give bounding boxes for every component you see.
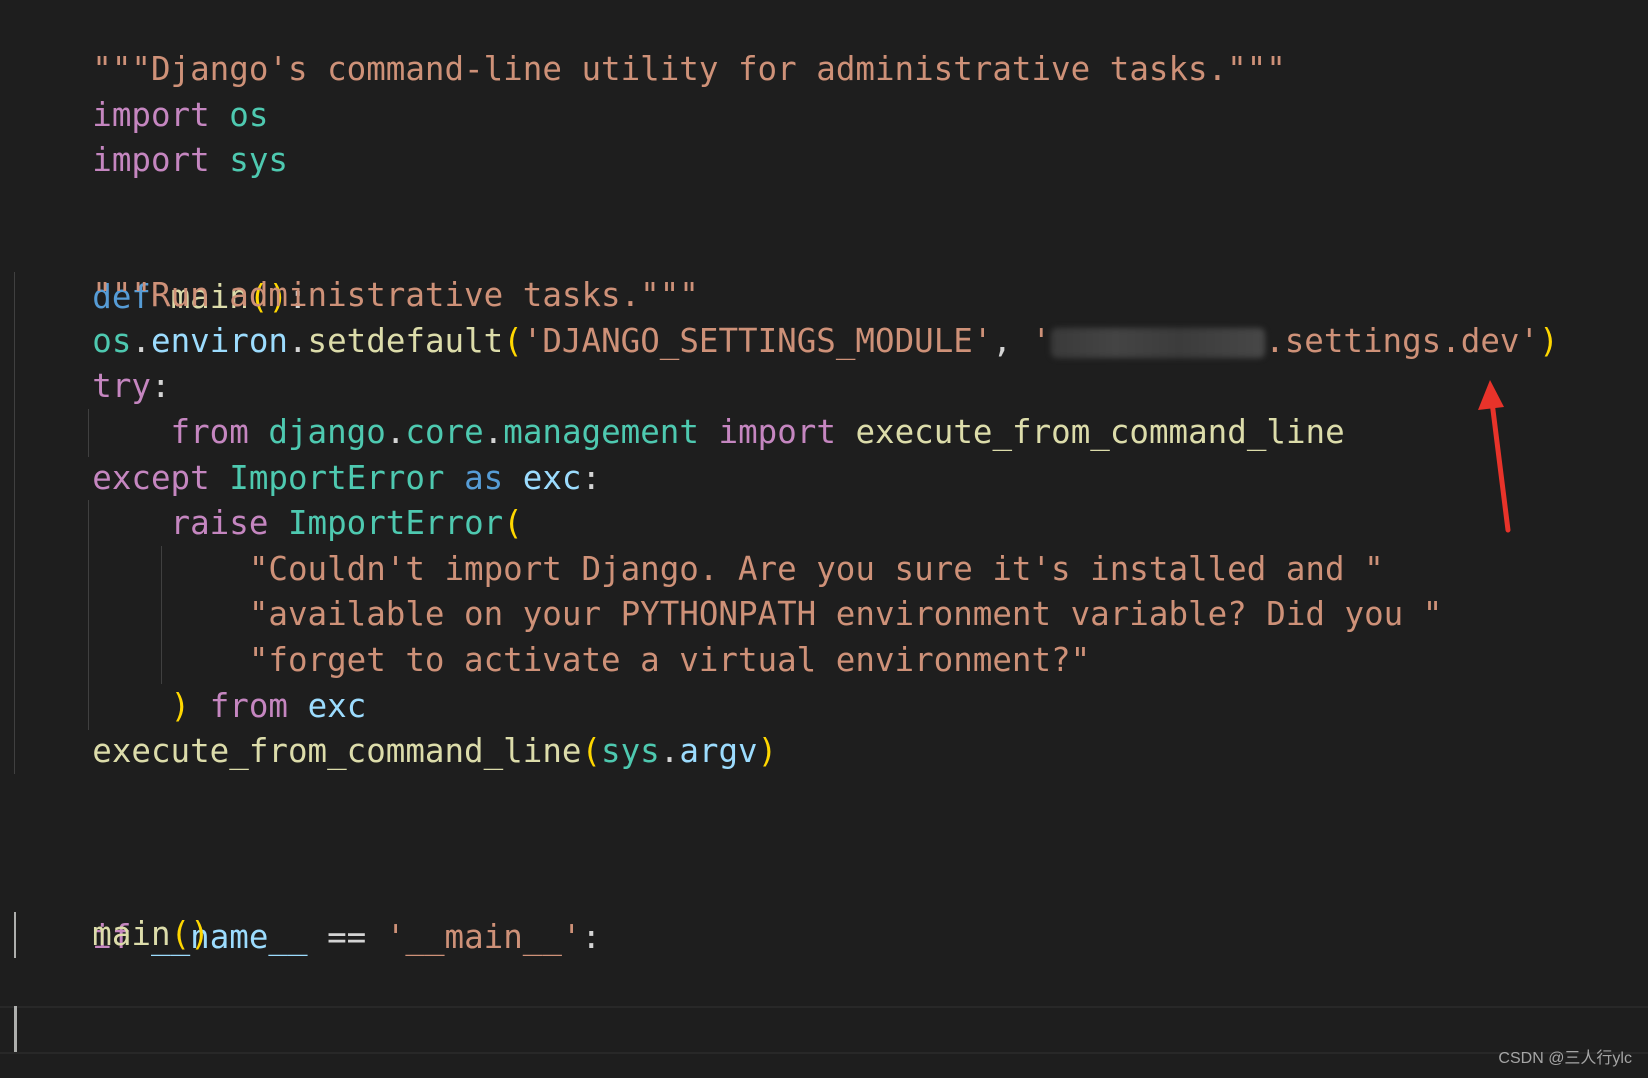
exception-class: ImportError xyxy=(287,504,504,542)
text-cursor xyxy=(14,1006,17,1052)
dot: . xyxy=(287,322,308,360)
code-line-3: import sys xyxy=(14,88,288,179)
attribute: argv xyxy=(679,732,758,770)
close-paren: ) xyxy=(190,915,210,953)
from-keyword: from xyxy=(209,687,288,725)
comma: , xyxy=(992,322,1032,360)
code-editor[interactable]: """Django's command-line utility for adm… xyxy=(0,0,1648,1078)
code-line-20: if __name__ == '__main__': xyxy=(14,865,601,956)
from-keyword: from xyxy=(170,413,249,451)
except-keyword: except xyxy=(92,459,210,497)
module-name: sys xyxy=(229,141,288,179)
attribute: environ xyxy=(151,322,288,360)
dot: . xyxy=(131,322,151,360)
open-paren: ( xyxy=(503,504,523,542)
code-line-14: "available on your PYTHONPATH environmen… xyxy=(14,590,1443,638)
import-keyword: import xyxy=(718,413,836,451)
close-paren: ) xyxy=(1539,322,1559,360)
equality-operator: == xyxy=(307,918,386,956)
code-line-7: """Run administrative tasks.""" xyxy=(14,271,699,319)
function-docstring: """Run administrative tasks.""" xyxy=(92,276,699,314)
try-keyword: try xyxy=(92,367,151,405)
module-name: management xyxy=(503,413,699,451)
variable: exc xyxy=(307,687,367,725)
current-line-highlight xyxy=(0,1006,1648,1054)
dot: . xyxy=(659,732,680,770)
module-docstring: """Django's command-line utility for adm… xyxy=(92,50,1286,88)
dot: . xyxy=(483,413,504,451)
main-string: '__main__' xyxy=(385,918,582,956)
code-line-9: try: xyxy=(14,362,171,410)
function-call: execute_from_command_line xyxy=(92,732,582,770)
settings-module-suffix: .settings.dev' xyxy=(1265,322,1540,360)
import-keyword: import xyxy=(92,141,210,179)
function-name: execute_from_command_line xyxy=(855,413,1345,451)
colon: : xyxy=(581,918,602,956)
red-arrow-annotation xyxy=(1478,380,1511,533)
code-line-11: except ImportError as exc: xyxy=(14,454,601,502)
open-paren: ( xyxy=(503,322,523,360)
code-line-13: "Couldn't import Django. Are you sure it… xyxy=(14,545,1384,593)
colon: : xyxy=(150,367,171,405)
as-keyword: as xyxy=(464,459,504,497)
code-line-10: from django.core.management import execu… xyxy=(14,408,1345,456)
exception-class: ImportError xyxy=(229,459,445,497)
module-name: core xyxy=(405,413,484,451)
close-paren: ) xyxy=(170,687,191,725)
raise-keyword: raise xyxy=(170,504,269,542)
module-name: os xyxy=(92,322,132,360)
code-line-6: def main(): xyxy=(14,225,307,316)
error-message-string: "forget to activate a virtual environmen… xyxy=(248,641,1091,679)
variable: exc xyxy=(522,459,582,497)
opening-quote: ' xyxy=(1031,322,1052,360)
function-call: main xyxy=(92,915,171,953)
code-line-15: "forget to activate a virtual environmen… xyxy=(14,636,1090,684)
colon: : xyxy=(581,459,602,497)
settings-key-string: 'DJANGO_SETTINGS_MODULE' xyxy=(522,322,993,360)
code-line-17: execute_from_command_line(sys.argv) xyxy=(14,727,777,775)
watermark: CSDN @三人行ylc xyxy=(1498,1050,1632,1067)
code-line-8: os.environ.setdefault('DJANGO_SETTINGS_M… xyxy=(14,317,1559,365)
close-paren: ) xyxy=(757,732,778,770)
redacted-project-name xyxy=(1051,328,1266,358)
open-paren: ( xyxy=(581,732,602,770)
code-line-21: main() xyxy=(14,910,210,958)
code-line-16: ) from exc xyxy=(14,682,367,730)
module-name: sys xyxy=(601,732,660,770)
code-line-12: raise ImportError( xyxy=(14,499,523,547)
error-message-string: "available on your PYTHONPATH environmen… xyxy=(248,595,1443,633)
code-line-2: import os xyxy=(14,43,268,134)
function-call: setdefault xyxy=(307,322,504,360)
module-name: django xyxy=(268,413,386,451)
error-message-string: "Couldn't import Django. Are you sure it… xyxy=(248,550,1384,588)
code-line-1: """Django's command-line utility for adm… xyxy=(14,0,1286,88)
dot: . xyxy=(385,413,406,451)
open-paren: ( xyxy=(170,915,191,953)
